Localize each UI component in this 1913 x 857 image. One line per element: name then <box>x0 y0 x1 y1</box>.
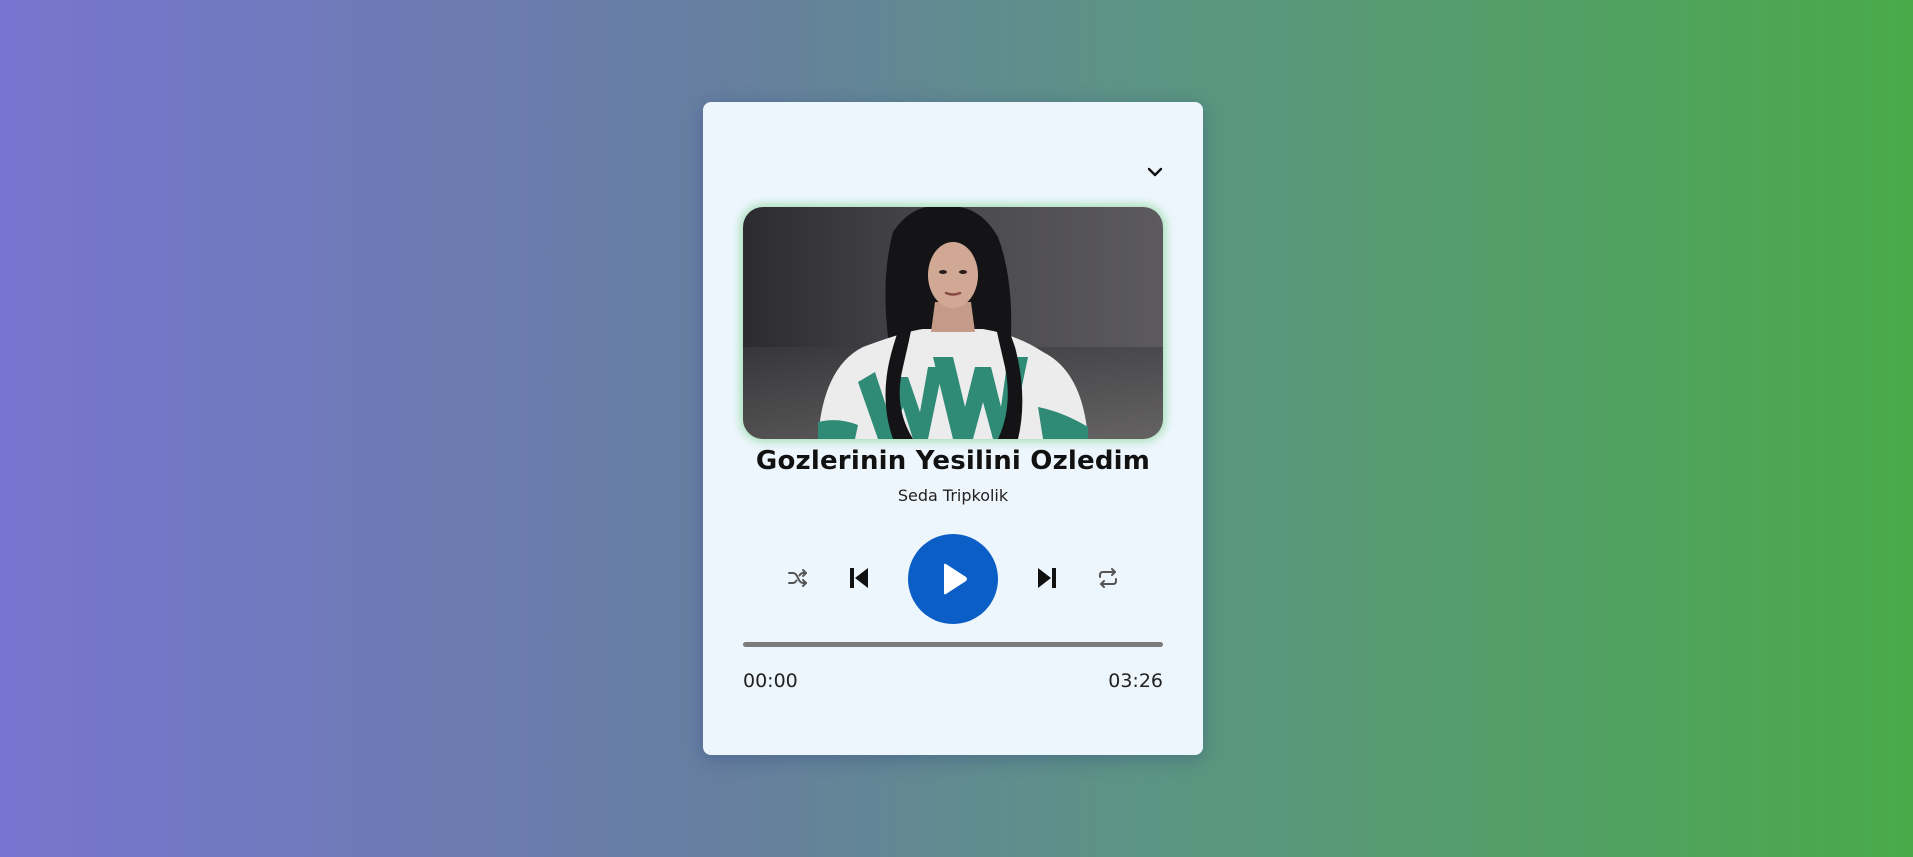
previous-button[interactable] <box>845 564 873 592</box>
repeat-icon <box>1099 568 1117 588</box>
play-icon <box>944 563 967 595</box>
chevron-down-icon <box>1147 167 1163 177</box>
progress-bar[interactable] <box>743 642 1163 647</box>
play-button[interactable] <box>908 534 998 624</box>
current-time: 00:00 <box>743 670 798 692</box>
song-title: Gozlerinin Yesilini Ozledim <box>755 446 1151 476</box>
total-time: 03:26 <box>1108 670 1163 692</box>
next-button[interactable] <box>1033 564 1061 592</box>
skip-previous-icon <box>850 568 868 588</box>
playback-controls <box>703 532 1203 624</box>
shuffle-icon <box>788 569 807 587</box>
music-player-card: Gozlerinin Yesilini Ozledim Seda Tripkol… <box>703 102 1203 755</box>
shuffle-button[interactable] <box>785 565 811 591</box>
song-artist: Seda Tripkolik <box>897 486 1009 505</box>
collapse-button[interactable] <box>1143 160 1167 184</box>
album-art <box>743 207 1163 439</box>
skip-next-icon <box>1038 568 1056 588</box>
repeat-button[interactable] <box>1095 565 1121 591</box>
